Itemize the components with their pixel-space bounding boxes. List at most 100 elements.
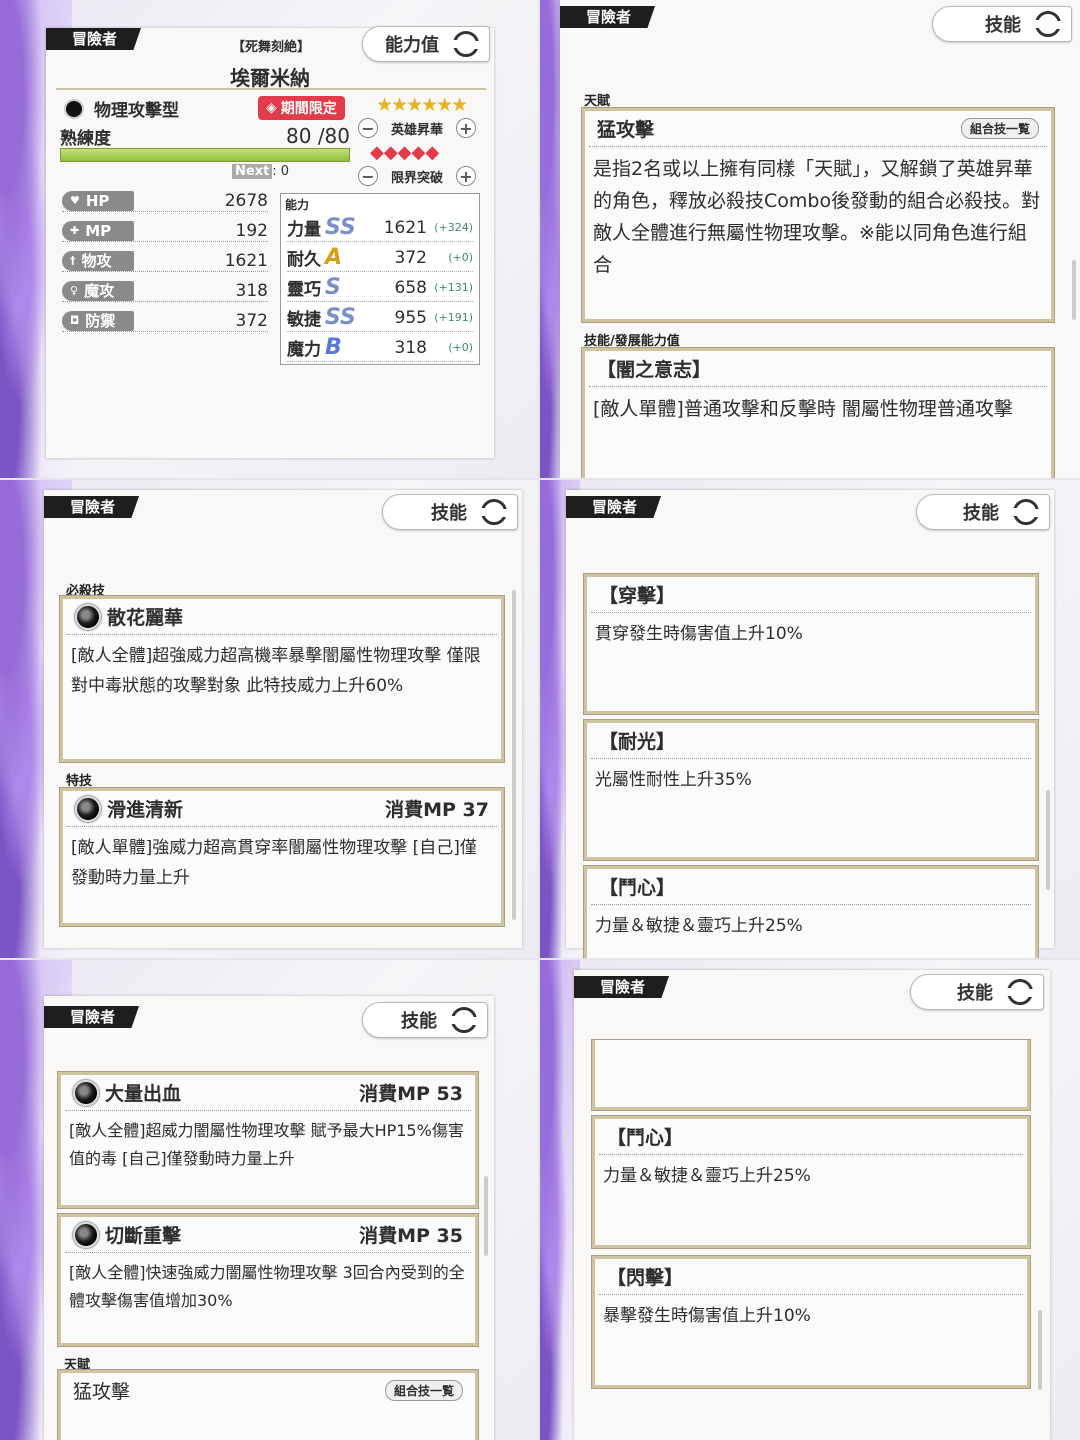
more-skills-panel: 冒險者 技能 大量出血 消費MP 53 [敵人全體]超威力闇屬性物理攻擊 賦予最大…	[0, 960, 538, 1440]
stat-label: ♥ HP	[62, 190, 134, 211]
talent-box: 猛攻擊 組合技一覧 是指2名或以上擁有同樣「天賦」，又解鎖了英雄昇華的角色，釋放必…	[581, 107, 1055, 323]
scrollbar[interactable]	[1072, 260, 1076, 320]
character-name: 埃爾米納	[230, 66, 310, 90]
skill-title-row: 滑進清新 消費MP 37	[67, 791, 497, 827]
stat-value: 1621	[224, 250, 268, 271]
talent-title-row: 猛攻擊 組合技一覧	[65, 1373, 471, 1408]
stats-switch-button[interactable]: 能力值	[362, 26, 490, 62]
plus-button[interactable]: +	[456, 166, 476, 186]
skill-box-light-resist: 【耐光】 光屬性耐性上升35%	[583, 719, 1039, 861]
cycle-icon	[1010, 499, 1042, 525]
cycle-icon	[1032, 11, 1064, 37]
skill-name: 【闇之意志】	[589, 351, 1047, 387]
stat-name: 魔攻	[84, 282, 115, 300]
switch-label: 技能	[985, 15, 1021, 36]
combo-list-button[interactable]: 組合技一覧	[960, 118, 1039, 139]
scrollbar[interactable]	[1038, 1310, 1042, 1390]
ability-bonus: (+0)	[448, 251, 473, 264]
ability-rank: S	[325, 275, 341, 300]
rarity-stars: ★★★★★★	[376, 94, 468, 116]
skill-description: [敵人全體]超強威力超高機率暴擊闇屬性物理攻擊 僅限對中毒狀態的攻擊對象 此特技…	[71, 646, 481, 696]
talent-name: 猛攻擊	[73, 1381, 131, 1403]
ability-value: 658	[394, 277, 427, 298]
next-label: Next	[232, 164, 273, 179]
skills-card: 冒險者 技能 大量出血 消費MP 53 [敵人全體]超威力闇屬性物理攻擊 賦予最大…	[44, 996, 494, 1440]
skill-box-dark-will: 【闇之意志】 [敵人單體]普通攻擊和反擊時 闇屬性物理普通攻擊	[581, 347, 1055, 478]
skills-switch-button[interactable]: 技能	[362, 1002, 488, 1038]
skill-box: 切斷重擊 消費MP 35 [敵人全體]快速強威力闇屬性物理攻擊 3回合內受到的全體…	[57, 1213, 479, 1347]
ability-box: 能力 力量 SS 1621 (+324) 耐久 A 372 (+0) 靈巧 S 658 (+131…	[280, 193, 480, 365]
adventurer-tag: 冒險者	[46, 28, 142, 50]
dark-skill-icon	[75, 795, 101, 822]
moon-icon	[64, 98, 84, 119]
skill-description: 力量＆敏捷＆靈巧上升25%	[603, 1166, 811, 1186]
skill-box-fighting-spirit: 【鬥心】 力量＆敏捷＆靈巧上升25%	[591, 1115, 1031, 1249]
mp-cost: 消費MP 37	[385, 799, 489, 821]
ability-rank: A	[325, 245, 343, 270]
adventurer-tag: 冒險者	[560, 6, 656, 28]
skill-description: 力量＆敏捷＆靈巧上升25%	[595, 916, 803, 936]
minus-button[interactable]: −	[358, 118, 378, 138]
stat-label: ♀ 魔攻	[62, 280, 134, 301]
skill-description: 光屬性耐性上升35%	[595, 770, 752, 790]
stat-name: HP	[85, 191, 110, 210]
skills-switch-button[interactable]: 技能	[916, 494, 1050, 530]
skill-name: 【耐光】	[591, 723, 1031, 759]
scrollbar[interactable]	[512, 590, 516, 920]
skills-switch-button[interactable]: 技能	[932, 6, 1072, 42]
skill-box-pierce: 【穿擊】 貫穿發生時傷害值上升10%	[583, 573, 1039, 715]
next-value: : 0	[272, 164, 290, 179]
more-development-panel: 冒險者 技能 【鬥心】 力量＆敏捷＆靈巧上升25% 【閃擊】 暴擊發生時傷害值上…	[540, 960, 1080, 1440]
ability-row-magic: 魔力 B 318 (+0)	[287, 334, 473, 362]
talent-description: 是指2名或以上擁有同樣「天賦」，又解鎖了英雄昇華的角色，釋放必殺技Combo後發…	[593, 158, 1041, 276]
shield-icon: ◘	[70, 314, 80, 327]
switch-label: 技能	[431, 503, 467, 524]
stats-panel: 冒險者 【死舞刻絶】 埃爾米納 能力值 物理攻擊型 ◈ 期間限定 ★★★★★★ 熟…	[0, 0, 538, 478]
ability-row-agility: 敏捷 SS 955 (+191)	[287, 304, 473, 332]
screenshot-grid: 冒險者 【死舞刻絶】 埃爾米納 能力值 物理攻擊型 ◈ 期間限定 ★★★★★★ 熟…	[0, 0, 1080, 1440]
cycle-icon	[1004, 979, 1036, 1005]
ability-value: 1621	[383, 217, 427, 238]
skill-description: [敵人單體]強威力超高貫穿率闇屬性物理攻擊 [自己]僅發動時力量上升	[71, 838, 477, 888]
combo-list-button[interactable]: 組合技一覧	[384, 1380, 463, 1401]
skill-name: 【鬥心】	[591, 869, 1031, 905]
ability-value: 372	[394, 247, 427, 268]
ability-name: 靈巧	[287, 280, 321, 300]
proficiency-current: 80	[286, 124, 312, 148]
skill-title-row: 切斷重擊 消費MP 35	[65, 1217, 471, 1253]
cycle-icon	[448, 1007, 480, 1033]
ability-name: 魔力	[287, 340, 321, 360]
ability-row-endurance: 耐久 A 372 (+0)	[287, 244, 473, 272]
skills-card: 冒險者 技能 【鬥心】 力量＆敏捷＆靈巧上升25% 【閃擊】 暴擊發生時傷害值上…	[574, 970, 1050, 1440]
dark-skill-icon	[73, 1221, 99, 1248]
skill-title-row: 大量出血 消費MP 53	[65, 1075, 471, 1111]
stat-label: ✚ MP	[62, 220, 134, 241]
plus-button[interactable]: +	[456, 118, 476, 138]
ability-name: 耐久	[287, 250, 321, 270]
switch-label: 技能	[957, 983, 993, 1004]
stat-value: 372	[235, 310, 268, 331]
ability-bonus: (+0)	[448, 341, 473, 354]
skill-title-row: 散花麗華	[67, 599, 497, 635]
talent-panel: 冒險者 技能 天賦 猛攻擊 組合技一覧 是指2名或以上擁有同樣「天賦」，又解鎖了英…	[540, 0, 1080, 478]
skill-description: 暴擊發生時傷害值上升10%	[603, 1306, 811, 1326]
special-box: 散花麗華 [敵人全體]超強威力超高機率暴擊闇屬性物理攻擊 僅限對中毒狀態的攻擊對…	[59, 595, 505, 763]
proficiency-value: 80 /80	[286, 124, 350, 148]
type-row: 物理攻擊型	[64, 96, 179, 121]
minus-button[interactable]: −	[358, 166, 378, 186]
skills-switch-button[interactable]: 技能	[910, 974, 1044, 1010]
cycle-icon	[478, 499, 510, 525]
next-exp: Next: 0	[232, 164, 289, 179]
proficiency-bar	[60, 148, 350, 162]
character-subtitle: 【死舞刻絶】	[232, 40, 311, 55]
skill-description: [敵人單體]普通攻擊和反擊時 闇屬性物理普通攻擊	[593, 398, 1013, 420]
scrollbar[interactable]	[1046, 790, 1050, 890]
skills-switch-button[interactable]: 技能	[382, 494, 518, 530]
adventurer-tag: 冒險者	[44, 496, 140, 518]
scrollbar[interactable]	[484, 1176, 488, 1256]
adventurer-tag: 冒險者	[566, 496, 662, 518]
mp-icon: ✚	[70, 224, 80, 237]
hero-diamonds: ◆◆◆◆◆	[370, 142, 440, 163]
limited-badge: ◈ 期間限定	[258, 96, 345, 120]
skill-description: [敵人全體]快速強威力闇屬性物理攻擊 3回合內受到的全體攻擊傷害值增加30%	[69, 1263, 465, 1310]
